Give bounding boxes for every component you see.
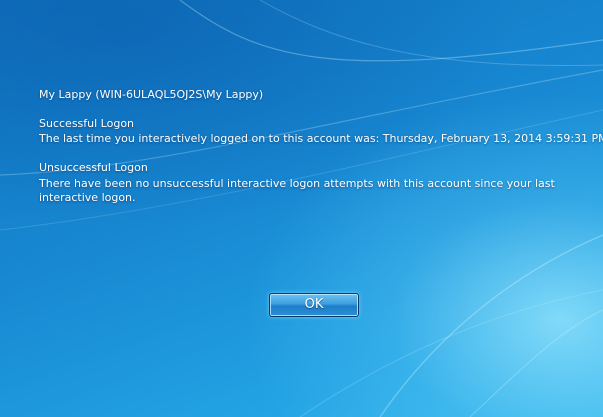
account-name-label: My Lappy (WIN-6ULAQL5OJ2S\My Lappy) [39,88,264,101]
successful-logon-heading: Successful Logon [39,117,135,130]
background-light-streaks [0,0,603,417]
unsuccessful-logon-detail: There have been no unsuccessful interact… [39,177,555,204]
unsuccessful-logon-heading: Unsuccessful Logon [39,161,148,174]
ok-button[interactable]: OK [269,293,359,317]
successful-logon-detail: The last time you interactively logged o… [39,132,603,145]
logon-screen-background [0,0,603,417]
